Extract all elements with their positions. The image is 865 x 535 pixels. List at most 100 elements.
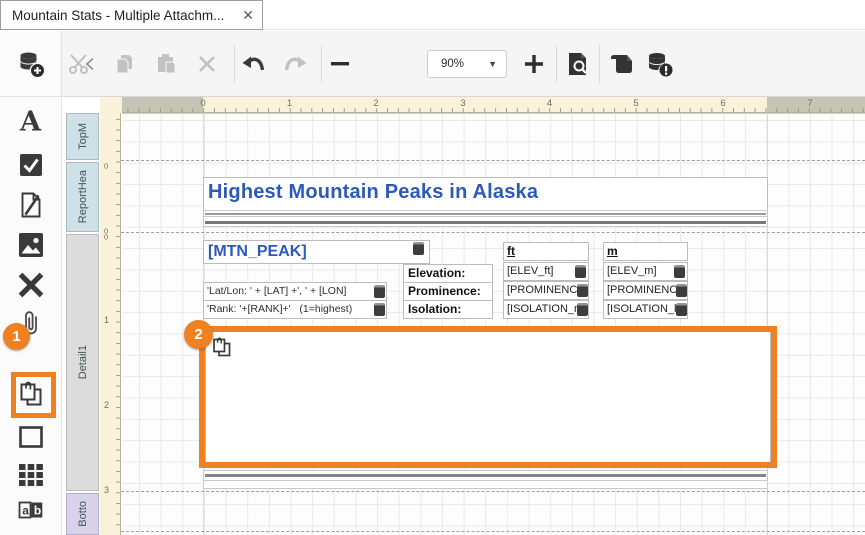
dynamic-field-chip-icon [676, 284, 687, 297]
column-header-text: m [607, 244, 618, 258]
ab-icon: a b [18, 500, 43, 520]
delete-x-icon [197, 54, 217, 74]
document-tab[interactable]: Mountain Stats - Multiple Attachm... ✕ [0, 0, 263, 30]
tool-rectangle[interactable] [19, 426, 43, 448]
add-data-button[interactable] [17, 51, 44, 78]
prominence-ft-field[interactable]: [PROMINENCE [503, 281, 589, 300]
data-source-warning-button[interactable] [646, 51, 674, 77]
label-text: Prominence: [408, 284, 481, 298]
cut-button[interactable] [67, 52, 91, 76]
band-bottom-margin[interactable]: Botto [66, 493, 99, 535]
dynamic-field-chip-icon [676, 303, 687, 316]
ruler-number: 6 [720, 98, 725, 109]
dynamic-field-chip-icon [374, 303, 385, 316]
isolation-label[interactable]: Isolation: [403, 300, 493, 319]
ruler-number: 3 [460, 98, 465, 109]
tool-multiple-attachments[interactable] [17, 382, 44, 409]
band-label: Detail1 [77, 345, 89, 379]
script-scroll-icon [608, 52, 634, 76]
latlon-expression-text: 'Lat/Lon: ' + [LAT] +', ' + [LON] [207, 285, 346, 297]
svg-text:b: b [33, 504, 40, 518]
picture-icon [19, 233, 43, 257]
band-separator [121, 531, 865, 532]
tool-text[interactable]: A [20, 109, 41, 136]
zoom-level-dropdown[interactable]: 90% ▼ [427, 50, 507, 78]
elev-m-field[interactable]: [ELEV_m] [603, 262, 688, 281]
ruler-number: 3 [104, 485, 109, 495]
tool-checkbox[interactable] [19, 154, 42, 177]
svg-text:a: a [22, 504, 29, 518]
band-report-header[interactable]: ReportHea [66, 162, 99, 232]
label-text: Isolation: [408, 302, 461, 316]
paste-icon [154, 52, 178, 76]
toolbar: 90% ▼ [0, 31, 865, 97]
field-text: [PROMINENCE [607, 284, 685, 296]
band-label: TopM [77, 123, 89, 150]
peak-field-textbox[interactable]: [MTN_PEAK] [203, 240, 430, 264]
callout-badge-2: 2 [184, 320, 213, 349]
zoom-out-button[interactable] [331, 62, 349, 66]
horizontal-ruler: 0 1 2 3 4 5 6 7 [122, 97, 865, 113]
peak-field-text: [MTN_PEAK] [208, 243, 307, 260]
band-label: Botto [77, 501, 89, 527]
field-text: [ELEV_m] [607, 265, 657, 277]
rank-expression-textbox[interactable]: 'Rank: '+[RANK]+' (1=highest) [203, 300, 387, 319]
prominence-m-field[interactable]: [PROMINENCE [603, 281, 688, 300]
zoom-to-page-button[interactable] [566, 51, 590, 77]
document-tab-title: Mountain Stats - Multiple Attachm... [12, 8, 238, 23]
ruler-number: 4 [547, 98, 552, 109]
header-line-element-2[interactable] [203, 216, 768, 227]
zoom-in-button[interactable] [525, 55, 543, 73]
elevation-label[interactable]: Elevation: [403, 264, 493, 283]
tool-barcode[interactable]: a b [18, 500, 43, 520]
paste-button[interactable] [154, 52, 178, 76]
band-separator [121, 232, 865, 233]
report-title-textbox[interactable]: Highest Mountain Peaks in Alaska [203, 177, 768, 211]
plus-icon [525, 55, 543, 73]
isolation-mi-field[interactable]: [ISOLATION_m [503, 300, 589, 319]
field-text: [PROMINENCE [507, 284, 585, 296]
dynamic-field-chip-icon [575, 265, 586, 278]
ruler-number: 0 [104, 162, 108, 171]
band-detail[interactable]: Detail1 [66, 234, 99, 491]
redo-button[interactable] [282, 54, 308, 74]
rectangle-icon [19, 426, 43, 448]
footer-line-element-2[interactable] [203, 480, 768, 489]
callout-badge-1: 1 [3, 323, 30, 350]
picture-x-icon [18, 273, 43, 298]
undo-button[interactable] [241, 54, 267, 74]
zoom-level-value: 90% [441, 58, 488, 70]
copy-button[interactable] [112, 52, 136, 76]
redo-icon [282, 54, 308, 74]
vertical-ruler-ticks [116, 113, 120, 535]
ruler-corner [100, 97, 122, 113]
ft-column-header[interactable]: ft [503, 242, 589, 261]
prominence-label[interactable]: Prominence: [403, 282, 493, 301]
tool-picture[interactable] [19, 233, 43, 257]
isolation-km-field[interactable]: [ISOLATION_k [603, 300, 688, 319]
latlon-expression-textbox[interactable]: 'Lat/Lon: ' + [LAT] +', ' + [LON] [203, 282, 387, 301]
tab-close-icon[interactable]: ✕ [242, 8, 254, 22]
multiple-attachments-icon [17, 382, 44, 409]
tool-table-frame[interactable] [19, 463, 43, 487]
ruler-number: 1 [104, 315, 109, 325]
undo-icon [241, 54, 267, 74]
checkbox-icon [19, 154, 42, 177]
band-separator [121, 491, 865, 492]
document-pen-icon [18, 192, 43, 219]
elev-ft-field[interactable]: [ELEV_ft] [503, 262, 589, 281]
ruler-number: 7 [807, 98, 812, 109]
script-button[interactable] [608, 52, 634, 76]
tab-strip: Mountain Stats - Multiple Attachm... ✕ [0, 0, 865, 30]
dynamic-field-chip-icon [577, 303, 588, 316]
tool-dynamic-text[interactable] [18, 192, 43, 219]
m-column-header[interactable]: m [603, 242, 688, 261]
ruler-number: 0 [200, 98, 205, 109]
database-warning-icon [646, 51, 674, 77]
band-top-margin[interactable]: TopM [66, 113, 99, 160]
minus-icon [331, 62, 349, 66]
report-designer-window: Mountain Stats - Multiple Attachm... ✕ [0, 0, 865, 535]
delete-button[interactable] [197, 54, 217, 74]
vertical-ruler: 0 0 0 1 2 3 [100, 113, 121, 535]
tool-picture-placeholder[interactable] [18, 273, 43, 298]
